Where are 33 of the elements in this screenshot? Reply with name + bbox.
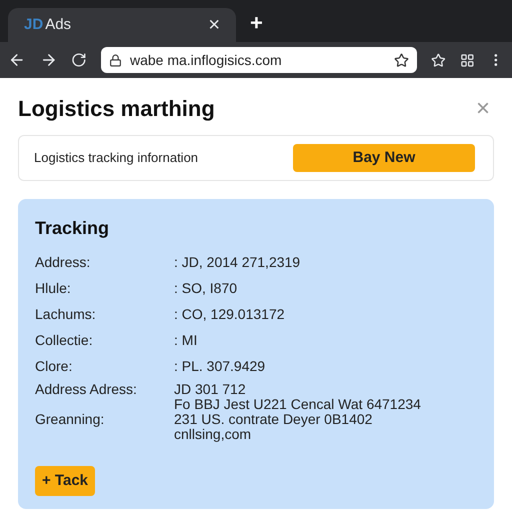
bookmark-star-icon[interactable] (394, 52, 409, 68)
reload-icon[interactable] (71, 52, 87, 68)
field-value: : SO, I870 (174, 279, 238, 298)
address-line: 231 US. contrate Deyer 0B1402 (174, 412, 374, 427)
field-value: : PL. 307.9429 (174, 357, 266, 376)
star-icon[interactable] (430, 52, 446, 68)
info-text: Logistics tracking infornation (34, 149, 198, 168)
tab-logo: JD (24, 14, 44, 35)
field-label: Hlule: (35, 279, 72, 298)
url-text: wabe ma.inflogisics.com (130, 50, 283, 70)
address-line: cnllsing,com (174, 427, 252, 442)
field-value: : CO, 129.013172 (174, 305, 286, 324)
field-value: : JD, 2014 271,2319 (174, 253, 302, 272)
lock-icon (108, 54, 122, 66)
tab-close-button[interactable]: × (208, 15, 220, 35)
field-label: Address Adress: (35, 382, 138, 397)
bay-new-button[interactable]: Bay New (293, 144, 475, 172)
new-tab-button[interactable]: + (250, 12, 263, 34)
browser-tab[interactable]: JDAds × (8, 8, 236, 42)
field-label: Greanning: (35, 412, 106, 427)
dialog-title: Logistics marthing (18, 95, 215, 123)
field-label: Clore: (35, 357, 74, 376)
grid-icon[interactable] (460, 52, 474, 68)
address-line: Fo BBJ Jest U221 Cencal Wat 6471234 (174, 397, 422, 412)
field-label: Address: (35, 253, 92, 272)
tab-title: Ads (45, 14, 72, 35)
address-line: JD 301 712 (174, 382, 247, 397)
field-label: Collectie: (35, 331, 94, 350)
tracking-title: Tracking (35, 217, 110, 240)
field-value: : MI (174, 331, 198, 350)
track-button[interactable]: + Tack (35, 466, 96, 496)
address-bar[interactable]: wabe ma.inflogisics.com (100, 47, 417, 73)
field-label: Lachums: (35, 305, 97, 324)
